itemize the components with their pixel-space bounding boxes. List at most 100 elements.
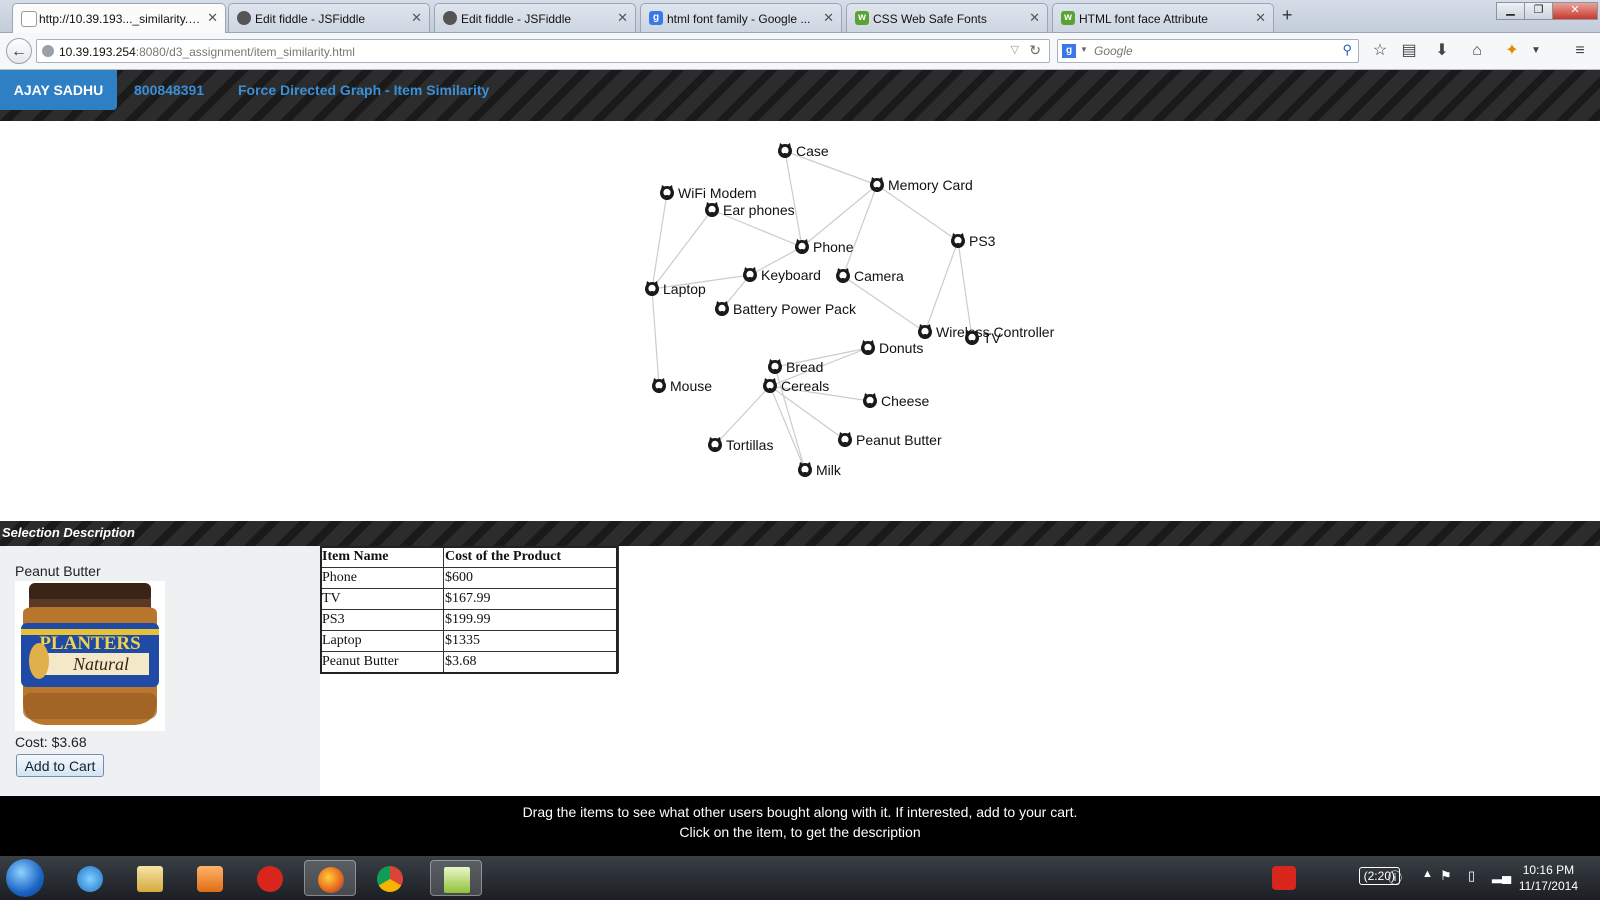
- browser-tab-strip: http://10.39.193..._similarity.html ✕ Ed…: [0, 0, 1600, 33]
- close-tab-icon[interactable]: ✕: [1255, 10, 1266, 26]
- graph-node-laptop[interactable]: Laptop: [645, 281, 706, 297]
- github-octocat-icon: [870, 177, 884, 192]
- close-tab-icon[interactable]: ✕: [823, 10, 834, 26]
- tab-item-similarity[interactable]: http://10.39.193..._similarity.html ✕: [12, 3, 226, 33]
- tab-google-search[interactable]: g html font family - Google ... ✕: [640, 3, 842, 32]
- graph-node-label: Memory Card: [888, 177, 973, 193]
- tab-title: Edit fiddle - JSFiddle: [255, 12, 366, 26]
- url-text[interactable]: 10.39.193.254:8080/d3_assignment/item_si…: [59, 45, 355, 59]
- github-octocat-icon: [645, 281, 659, 296]
- reload-icon[interactable]: ↻: [1029, 42, 1041, 59]
- url-host: 10.39.193.254: [59, 45, 136, 59]
- jar-subtitle-text: Natural: [72, 654, 129, 674]
- github-octocat-icon: [836, 268, 850, 283]
- graph-node-keyboard[interactable]: Keyboard: [743, 267, 821, 283]
- media-player-taskbar-button[interactable]: [184, 860, 236, 896]
- search-icon[interactable]: ⚲: [1342, 42, 1352, 58]
- section-title: Selection Description: [2, 525, 135, 540]
- power-icon[interactable]: ▯: [1468, 868, 1475, 884]
- graph-node-ear-phones[interactable]: Ear phones: [705, 202, 795, 218]
- media-player-icon: [197, 866, 223, 892]
- cart-table: Item Name Cost of the Product Phone $600…: [320, 546, 619, 673]
- menu-icon[interactable]: ≡: [1568, 40, 1592, 62]
- graph-node-label: Milk: [816, 462, 842, 478]
- maximize-button[interactable]: ❐: [1524, 2, 1553, 20]
- add-to-cart-button[interactable]: Add to Cart: [16, 754, 104, 777]
- author-name-button[interactable]: AJAY SADHU: [0, 70, 117, 110]
- graph-node-cereals[interactable]: Cereals: [763, 378, 829, 394]
- close-tab-icon[interactable]: ✕: [1029, 10, 1040, 26]
- close-tab-icon[interactable]: ✕: [617, 10, 628, 26]
- page-icon: [21, 11, 37, 27]
- file-explorer-taskbar-button[interactable]: [124, 860, 176, 896]
- url-bar[interactable]: 10.39.193.254:8080/d3_assignment/item_si…: [36, 39, 1050, 63]
- github-octocat-icon: [708, 437, 722, 452]
- force-graph[interactable]: Case Memory Card WiFi ModemEar phones Phone…: [0, 121, 1600, 521]
- home-icon[interactable]: ⌂: [1465, 40, 1489, 62]
- graph-node-camera[interactable]: Camera: [836, 268, 904, 284]
- action-center-flag-icon[interactable]: ⚑: [1440, 868, 1452, 884]
- graph-node-wifi-modem[interactable]: WiFi Modem: [660, 185, 757, 201]
- download-icon[interactable]: ⬇: [1430, 40, 1454, 62]
- github-octocat-icon: [652, 378, 666, 393]
- tab-css-web-safe-fonts[interactable]: w CSS Web Safe Fonts ✕: [846, 3, 1048, 32]
- tab-html-font-face[interactable]: w HTML font face Attribute ✕: [1052, 3, 1274, 32]
- item-name-cell: PS3: [320, 609, 444, 631]
- graph-node-peanut-butter[interactable]: Peanut Butter: [838, 432, 942, 448]
- graph-node-milk[interactable]: Milk: [798, 462, 842, 478]
- tab-jsfiddle-1[interactable]: Edit fiddle - JSFiddle ✕: [228, 3, 430, 32]
- graph-node-label: Camera: [854, 268, 904, 284]
- back-button[interactable]: ←: [6, 38, 32, 64]
- addon-icon[interactable]: ✦: [1500, 40, 1524, 62]
- graph-node-cheese[interactable]: Cheese: [863, 393, 929, 409]
- graph-link: [784, 150, 803, 248]
- search-input[interactable]: [1092, 43, 1326, 59]
- github-octocat-icon: [798, 462, 812, 477]
- search-bar[interactable]: g ▼ ⚲: [1057, 39, 1359, 63]
- graph-link: [876, 184, 959, 242]
- product-name: Peanut Butter: [15, 563, 101, 579]
- graph-node-battery[interactable]: Battery Power Pack: [715, 301, 857, 317]
- show-hidden-icons-icon[interactable]: ▲: [1422, 868, 1433, 880]
- firefox-taskbar-button[interactable]: [304, 860, 356, 896]
- table-row: Phone $600: [320, 567, 619, 589]
- item-name-cell: Phone: [320, 567, 444, 589]
- info-icon[interactable]: ⓘ: [1388, 868, 1402, 888]
- bookmarks-list-icon[interactable]: ▤: [1397, 40, 1421, 62]
- notepad-taskbar-button[interactable]: [430, 860, 482, 896]
- jsfiddle-icon: [443, 11, 457, 25]
- item-name-cell: Peanut Butter: [320, 651, 444, 673]
- tab-jsfiddle-2[interactable]: Edit fiddle - JSFiddle ✕: [434, 3, 636, 32]
- page-title: Force Directed Graph - Item Similarity: [238, 82, 490, 98]
- cloud-icon: [257, 866, 283, 892]
- graph-node-tv[interactable]: TV: [965, 330, 1002, 346]
- tray-app-icon[interactable]: [1272, 866, 1296, 890]
- cloud-app-taskbar-button[interactable]: [244, 860, 296, 896]
- graph-node-tortillas[interactable]: Tortillas: [708, 437, 773, 453]
- minimize-button[interactable]: ▁: [1496, 2, 1525, 20]
- graph-node-phone[interactable]: Phone: [795, 239, 854, 255]
- search-engine-dropdown-icon[interactable]: ▼: [1080, 45, 1088, 54]
- graph-node-mouse[interactable]: Mouse: [652, 378, 712, 394]
- addon-dropdown-icon[interactable]: ▼: [1524, 40, 1548, 62]
- close-tab-icon[interactable]: ✕: [207, 10, 218, 26]
- firefox-icon: [318, 867, 344, 893]
- graph-node-bread[interactable]: Bread: [768, 359, 823, 375]
- start-button[interactable]: [6, 859, 44, 897]
- chrome-taskbar-button[interactable]: [364, 860, 416, 896]
- network-signal-icon[interactable]: ▂▄: [1492, 868, 1511, 884]
- github-octocat-icon: [863, 393, 877, 408]
- graph-node-ps3[interactable]: PS3: [951, 233, 996, 249]
- graph-node-donuts[interactable]: Donuts: [861, 340, 923, 356]
- jsfiddle-icon: [237, 11, 251, 25]
- close-window-button[interactable]: ✕: [1552, 2, 1598, 20]
- graph-node-label: Bread: [786, 359, 823, 375]
- tab-title: http://10.39.193..._similarity.html: [39, 12, 201, 26]
- new-tab-button[interactable]: +: [1282, 5, 1293, 26]
- url-dropdown-icon[interactable]: ▽: [1011, 43, 1019, 56]
- graph-node-case[interactable]: Case: [778, 143, 829, 159]
- bookmark-star-icon[interactable]: ☆: [1368, 40, 1392, 62]
- internet-explorer-taskbar-button[interactable]: [64, 860, 116, 896]
- system-clock[interactable]: 10:16 PM 11/17/2014: [1519, 862, 1578, 894]
- close-tab-icon[interactable]: ✕: [411, 10, 422, 26]
